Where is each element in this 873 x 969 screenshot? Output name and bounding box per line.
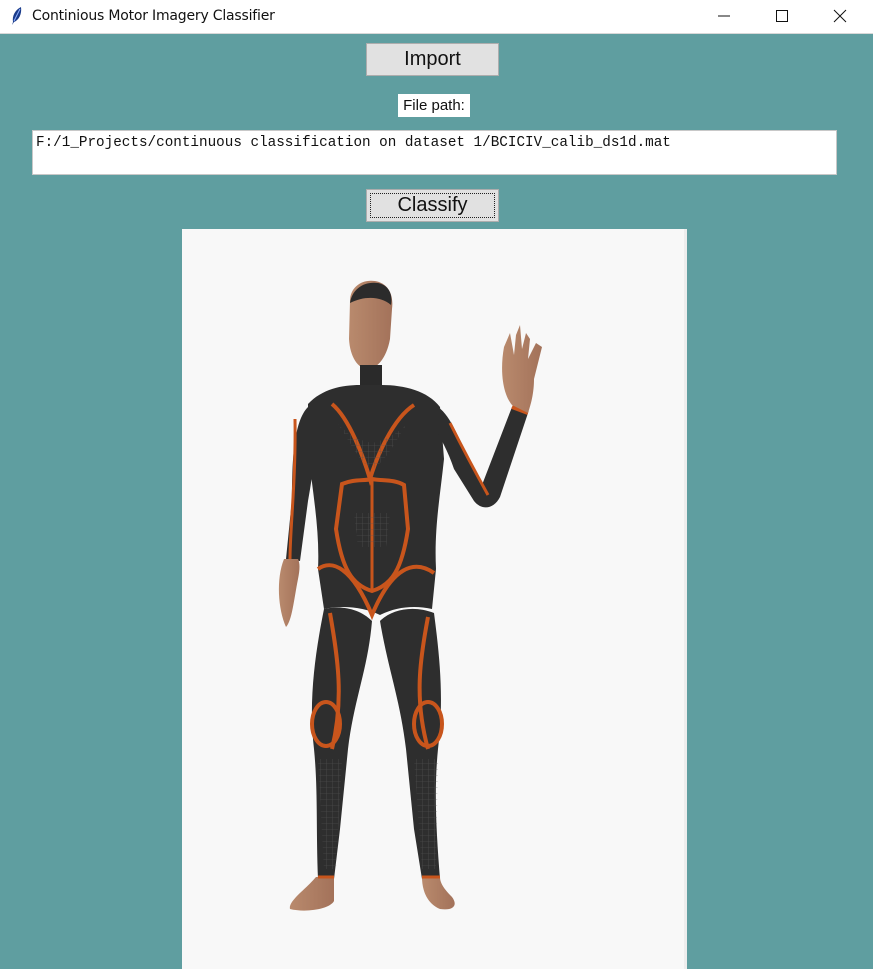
- window-title: Continious Motor Imagery Classifier: [32, 8, 275, 24]
- main-window-content: Import File path: F:/1_Projects/continuo…: [0, 34, 873, 969]
- close-button[interactable]: [813, 0, 869, 33]
- import-button-label: Import: [404, 48, 461, 70]
- maximize-button[interactable]: [755, 0, 811, 33]
- minimize-button[interactable]: [697, 0, 753, 33]
- close-icon: [833, 9, 847, 23]
- title-bar: Continious Motor Imagery Classifier: [0, 0, 873, 34]
- classify-button-label: Classify: [397, 194, 468, 216]
- import-button[interactable]: Import: [366, 43, 499, 76]
- avatar-image: [182, 229, 687, 969]
- classify-button[interactable]: Classify: [366, 189, 499, 222]
- maximize-icon: [776, 10, 788, 22]
- file-path-label: File path:: [398, 94, 470, 117]
- waving-avatar-figure: [278, 280, 542, 911]
- feather-icon: [9, 6, 25, 26]
- file-path-field[interactable]: F:/1_Projects/continuous classification …: [32, 130, 837, 175]
- minimize-icon: [718, 15, 730, 17]
- image-edge: [684, 229, 687, 969]
- file-path-value: F:/1_Projects/continuous classification …: [36, 135, 671, 151]
